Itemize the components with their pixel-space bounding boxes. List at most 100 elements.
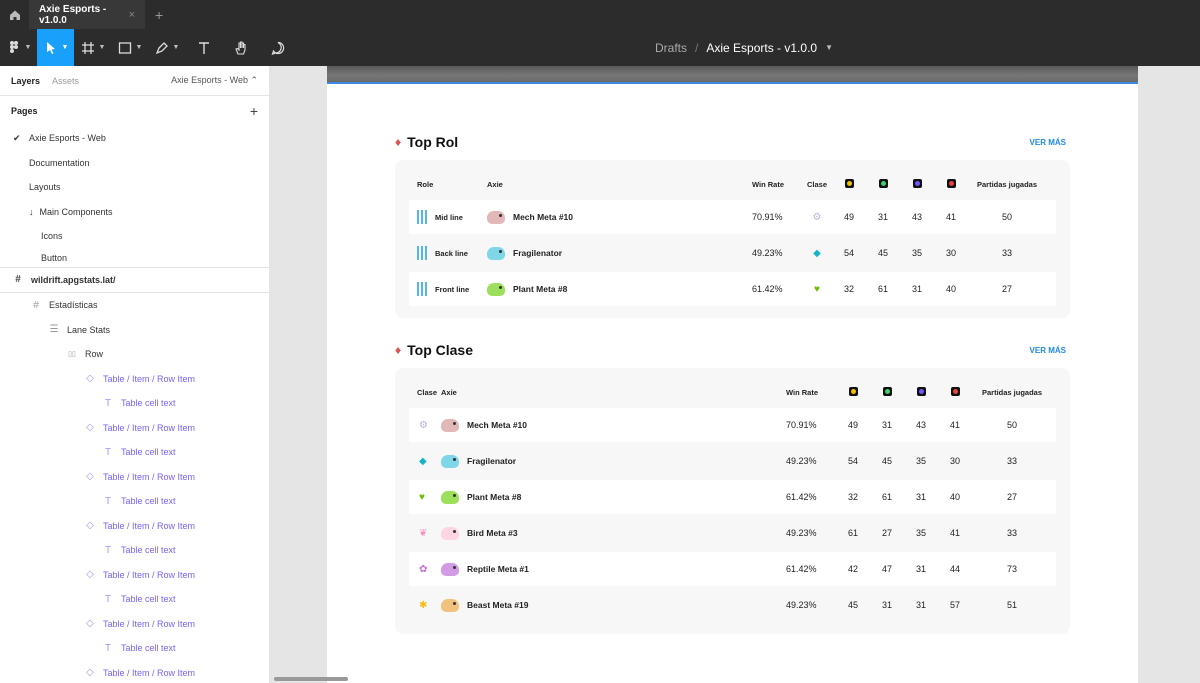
text-icon <box>198 41 209 54</box>
page-item[interactable]: Icons <box>0 224 269 249</box>
layer-row[interactable]: T Table cell text <box>0 489 269 514</box>
table-row[interactable]: Front line Plant Meta #8 61.42% ♥ 32 61 31 40 27 <box>409 272 1056 306</box>
page-item[interactable]: ↓ Main Components <box>0 200 269 225</box>
col-stat-4 <box>934 178 968 190</box>
page-label: Layouts <box>29 182 61 193</box>
class-cell: ◆ <box>409 456 441 467</box>
layer-row[interactable]: ▯▯ Row <box>0 342 269 367</box>
ver-mas-link[interactable]: VER MÁS <box>1030 346 1066 355</box>
layer-row[interactable]: T Table cell text <box>0 391 269 416</box>
energy-icon <box>844 178 854 188</box>
winrate-cell: 49.23% <box>752 248 783 258</box>
layer-row[interactable]: ◇ Table / Item / Row Item <box>0 367 269 392</box>
shape-tool-button[interactable]: ▼ <box>111 29 148 66</box>
add-page-icon[interactable]: + <box>250 103 258 119</box>
class-icon: ✿ <box>419 563 428 575</box>
text-layer-icon: T <box>104 593 112 605</box>
axie-name: Plant Meta #8 <box>467 492 522 502</box>
page-item[interactable]: Documentation <box>0 151 269 176</box>
section-header: ♦ Top Clase VER MÁS <box>395 338 1070 362</box>
main-menu-button[interactable]: ▼ <box>0 29 37 66</box>
table-row[interactable]: ✱ Beast Meta #19 49.23% 45 31 31 57 51 <box>409 588 1056 622</box>
component-instance-icon: ◇ <box>86 618 94 630</box>
table-row[interactable]: ❦ Bird Meta #3 49.23% 61 27 35 41 33 <box>409 516 1056 550</box>
heart-icon <box>882 386 892 396</box>
table-row[interactable]: ♥ Plant Meta #8 61.42% 32 61 31 40 27 <box>409 480 1056 514</box>
file-tab[interactable]: Axie Esports - v1.0.0 × <box>29 0 145 29</box>
page-item[interactable]: Layouts <box>0 175 269 200</box>
tab-assets[interactable]: Assets <box>52 76 79 86</box>
winrate-cell: 70.91% <box>786 420 817 430</box>
layer-row[interactable]: T Table cell text <box>0 636 269 661</box>
page-item[interactable]: ✔ Axie Esports - Web <box>0 126 269 151</box>
role-lane-icon <box>417 282 427 296</box>
layer-label: Table / Item / Row Item <box>103 373 196 384</box>
layer-row[interactable]: T Table cell text <box>0 538 269 563</box>
ver-mas-link[interactable]: VER MÁS <box>1030 138 1066 147</box>
class-icon: ♥ <box>814 283 820 295</box>
drafts-link[interactable]: Drafts <box>655 41 687 55</box>
axie-cell: Mech Meta #10 <box>487 210 752 224</box>
layer-row[interactable]: ☰ Lane Stats <box>0 318 269 343</box>
stat-cell: 43 <box>915 420 926 430</box>
layer-row[interactable]: T Table cell text <box>0 440 269 465</box>
table-row[interactable]: Back line Fragilenator 49.23% ◆ 54 45 35 30 33 <box>409 236 1056 270</box>
canvas[interactable]: ♦ Top Rol VER MÁS Role Axie Win Rate Cla… <box>270 66 1200 683</box>
layer-row[interactable]: T Table cell text <box>0 587 269 612</box>
page-selector[interactable]: Axie Esports - Web ⌃ <box>171 75 258 86</box>
played-cell: 50 <box>1006 420 1017 430</box>
stat-cell: 35 <box>915 456 926 466</box>
stat-cell: 61 <box>881 492 892 502</box>
frame-tool-button[interactable]: ▼ <box>74 29 111 66</box>
axie-cell: Bird Meta #3 <box>441 526 786 540</box>
layer-row[interactable]: ◇ Table / Item / Row Item <box>0 612 269 637</box>
role-cell: Back line <box>409 246 487 260</box>
trophy-icon: ♦ <box>395 135 402 149</box>
layer-row[interactable]: # Estadísticas <box>0 293 269 318</box>
layer-row[interactable]: ◇ Table / Item / Row Item <box>0 416 269 441</box>
stat-cell: 40 <box>949 492 960 502</box>
toolbar: ▼ ▼ ▼ ▼ ▼ Drafts / Axie Esports - v1.0.0… <box>0 29 1200 66</box>
axie-avatar-icon <box>441 562 459 576</box>
played-cell: 51 <box>1006 600 1017 610</box>
new-tab-icon[interactable]: + <box>155 7 163 23</box>
class-cell: ❦ <box>409 528 441 539</box>
comment-tool-button[interactable] <box>259 29 296 66</box>
layer-row[interactable]: ◇ Table / Item / Row Item <box>0 563 269 588</box>
text-tool-button[interactable] <box>185 29 222 66</box>
file-name[interactable]: Axie Esports - v1.0.0 <box>706 41 817 55</box>
horizontal-scrollbar[interactable] <box>274 677 348 681</box>
winrate-cell: 49.23% <box>786 600 817 610</box>
layer-row[interactable]: ◇ Table / Item / Row Item <box>0 514 269 539</box>
move-tool-button[interactable]: ▼ <box>37 29 74 66</box>
pen-tool-button[interactable]: ▼ <box>148 29 185 66</box>
home-icon[interactable] <box>0 0 29 29</box>
top-rol-section: ♦ Top Rol VER MÁS Role Axie Win Rate Cla… <box>395 130 1070 318</box>
table-row[interactable]: ◆ Fragilenator 49.23% 54 45 35 30 33 <box>409 444 1056 478</box>
layer-label: Table / Item / Row Item <box>103 618 196 629</box>
table-row[interactable]: Mid line Mech Meta #10 70.91% ⚙ 49 31 43 41 50 <box>409 200 1056 234</box>
stat-cell: 31 <box>881 420 892 430</box>
stat-cell: 30 <box>945 248 956 258</box>
file-tab-title: Axie Esports - v1.0.0 <box>39 3 107 26</box>
table-card: Role Axie Win Rate Clase Partidas jugada… <box>395 160 1070 318</box>
col-stat-3 <box>900 178 934 190</box>
table-row[interactable]: ⚙ Mech Meta #10 70.91% 49 31 43 41 50 <box>409 408 1056 442</box>
design-frame[interactable]: ♦ Top Rol VER MÁS Role Axie Win Rate Cla… <box>327 66 1138 683</box>
role-label: Front line <box>435 284 470 294</box>
stat-cell: 32 <box>847 492 858 502</box>
layer-row[interactable]: ◇ Table / Item / Row Item <box>0 465 269 490</box>
page-item[interactable]: Button <box>0 249 269 267</box>
layer-row[interactable]: ◇ Table / Item / Row Item <box>0 661 269 683</box>
hand-tool-button[interactable] <box>222 29 259 66</box>
chevron-down-icon[interactable]: ▼ <box>825 43 833 52</box>
tab-layers[interactable]: Layers <box>11 76 40 86</box>
table-row[interactable]: ✿ Reptile Meta #1 61.42% 42 47 31 44 73 <box>409 552 1056 586</box>
layer-row[interactable]: # wildrift.apgstats.lat/ <box>0 268 269 293</box>
component-instance-icon: ◇ <box>86 471 94 483</box>
stat-cell: 30 <box>949 456 960 466</box>
close-tab-icon[interactable]: × <box>129 9 135 21</box>
class-cell: ◆ <box>802 248 832 259</box>
layer-label: Table cell text <box>121 447 176 458</box>
class-icon: ✱ <box>419 599 428 611</box>
